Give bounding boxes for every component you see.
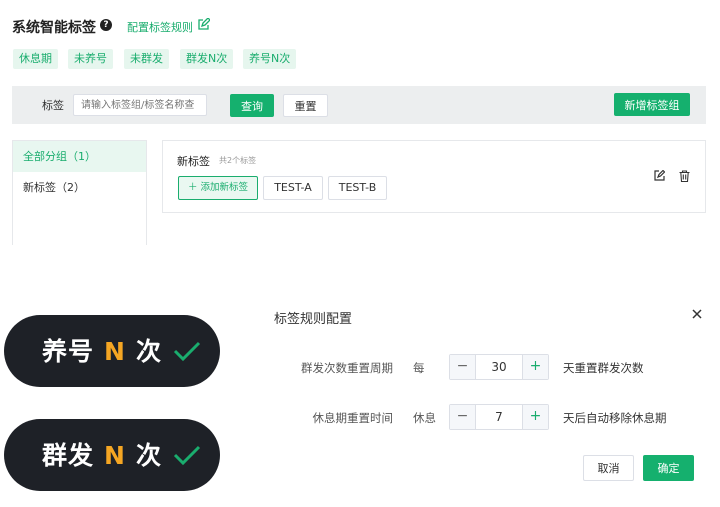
reset-cycle-label: 群发次数重置周期	[301, 361, 393, 375]
check-icon	[173, 445, 201, 466]
sidebar-item-new-tags[interactable]: 新标签（2）	[13, 172, 146, 203]
close-icon[interactable]	[690, 307, 704, 321]
rest-reset-suffix: 天后自动移除休息期	[563, 411, 667, 425]
quick-tag[interactable]: 未群发	[124, 49, 169, 69]
trash-icon[interactable]	[679, 170, 690, 182]
quick-tag[interactable]: 休息期	[13, 49, 58, 69]
check-icon	[173, 341, 201, 362]
tag-chip[interactable]: TEST-B	[328, 176, 387, 200]
filter-label: 标签	[42, 99, 64, 112]
feature-pill: 群发 N 次	[4, 419, 220, 491]
pill-suffix: 次	[135, 337, 162, 366]
config-rules-link[interactable]: 配置标签规则	[127, 19, 193, 35]
plus-icon[interactable]: +	[522, 405, 548, 429]
quick-tag[interactable]: 养号N次	[243, 49, 297, 69]
rest-reset-label: 休息期重置时间	[312, 411, 394, 425]
feature-pill: 养号 N 次	[4, 315, 220, 387]
reset-button[interactable]: 重置	[283, 94, 328, 117]
search-button[interactable]: 查询	[230, 94, 274, 117]
pill-n: N	[104, 337, 126, 366]
quick-tag[interactable]: 群发N次	[180, 49, 234, 69]
pill-label: 群发	[42, 441, 95, 470]
tag-chip[interactable]: TEST-A	[263, 176, 323, 200]
minus-icon[interactable]: −	[450, 405, 476, 429]
pill-n: N	[104, 441, 126, 470]
quick-tag[interactable]: 未养号	[68, 49, 113, 69]
sidebar-item-all[interactable]: 全部分组（1）	[13, 141, 146, 172]
add-tag-button[interactable]: ＋ 添加新标签	[178, 176, 258, 200]
reset-cycle-suffix: 天重置群发次数	[563, 361, 644, 375]
cancel-button[interactable]: 取消	[583, 455, 634, 481]
tag-group-title: 新标签	[177, 155, 210, 168]
plus-icon[interactable]: +	[522, 355, 548, 379]
dialog-title: 标签规则配置	[274, 312, 353, 327]
stepper-value[interactable]: 7	[476, 405, 522, 429]
edit-icon[interactable]	[197, 18, 210, 31]
tag-search-input[interactable]	[73, 94, 207, 116]
confirm-button[interactable]: 确定	[643, 455, 694, 481]
help-icon[interactable]: ?	[100, 19, 112, 31]
stepper-value[interactable]: 30	[476, 355, 522, 379]
add-group-button[interactable]: 新增标签组	[614, 93, 690, 116]
pill-suffix: 次	[135, 441, 162, 470]
reset-cycle-prefix: 每	[413, 361, 425, 375]
page-title: 系统智能标签	[12, 20, 96, 36]
tag-count: 共2个标签	[219, 156, 257, 165]
edit-icon[interactable]	[654, 170, 665, 181]
minus-icon[interactable]: −	[450, 355, 476, 379]
rest-reset-stepper[interactable]: − 7 +	[449, 404, 549, 430]
reset-cycle-stepper[interactable]: − 30 +	[449, 354, 549, 380]
pill-label: 养号	[42, 337, 95, 366]
rest-reset-prefix: 休息	[413, 411, 436, 425]
